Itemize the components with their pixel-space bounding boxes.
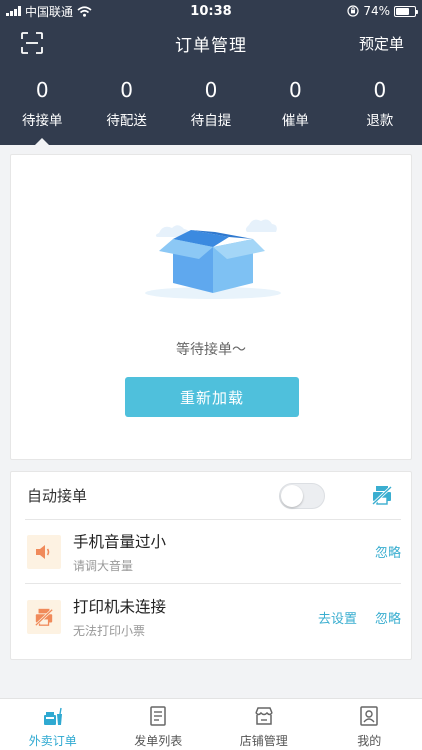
empty-box-illustration	[145, 219, 281, 299]
auto-accept-label: 自动接单	[27, 487, 88, 505]
wifi-icon	[77, 5, 92, 17]
stat-label: 退款	[366, 113, 394, 129]
tab-store-management[interactable]: 店铺管理	[211, 699, 317, 750]
tab-label: 我的	[357, 734, 382, 748]
status-bar: 中国联通 10:38 74%	[0, 0, 422, 22]
stat-label: 待自提	[190, 113, 232, 129]
stat-label: 待接单	[21, 113, 63, 129]
rotation-lock-icon	[347, 5, 359, 17]
carrier-label: 中国联通	[25, 4, 74, 19]
takeout-order-icon	[43, 707, 62, 725]
go-settings-button[interactable]: 去设置	[318, 608, 357, 627]
settings-card: 自动接单 手机音量过小 请调大音量 忽略 打印机未连接 无法打印小票 去设置 忽…	[10, 471, 412, 660]
alert-subtitle: 请调大音量	[73, 558, 134, 573]
reservation-orders-button[interactable]: 预定单	[359, 33, 404, 54]
battery-percent: 74%	[363, 4, 390, 18]
tab-pending-delivery[interactable]: 0 待配送	[84, 64, 168, 145]
tab-label: 店铺管理	[239, 734, 288, 748]
ignore-printer-button[interactable]: 忽略	[375, 608, 401, 627]
tab-label: 外卖订单	[28, 734, 77, 748]
printer-disconnected-icon	[27, 600, 61, 634]
scan-icon[interactable]	[20, 31, 44, 55]
alert-volume-row: 手机音量过小 请调大音量 忽略	[25, 520, 401, 584]
stat-count: 0	[120, 78, 133, 102]
empty-message: 等待接单～	[176, 342, 246, 358]
alert-printer-row: 打印机未连接 无法打印小票 去设置 忽略	[25, 585, 401, 649]
toggle-knob	[281, 485, 303, 507]
order-list-icon	[150, 706, 166, 726]
tab-label: 发单列表	[134, 734, 183, 748]
battery-icon	[394, 5, 418, 17]
tab-order-list[interactable]: 发单列表	[106, 699, 212, 750]
printer-disconnected-icon[interactable]	[371, 484, 393, 506]
tab-reminders[interactable]: 0 催单	[253, 64, 337, 145]
stat-label: 待配送	[106, 113, 147, 129]
alert-subtitle: 无法打印小票	[73, 624, 146, 638]
stat-count: 0	[204, 78, 218, 102]
auto-accept-toggle[interactable]	[279, 483, 325, 509]
speaker-icon	[27, 534, 61, 569]
alert-title: 手机音量过小	[73, 532, 167, 551]
empty-state-card: 等待接单～ 重新加载	[10, 154, 412, 460]
reload-button[interactable]: 重新加载	[125, 377, 299, 417]
tab-profile[interactable]: 我的	[317, 699, 422, 750]
page-title: 订单管理	[175, 35, 247, 56]
tab-refunds[interactable]: 0 退款	[338, 64, 422, 145]
auto-accept-row: 自动接单	[25, 472, 401, 520]
tab-pending-pickup[interactable]: 0 待自提	[169, 64, 253, 145]
profile-icon	[360, 706, 378, 726]
ignore-volume-button[interactable]: 忽略	[375, 542, 401, 561]
stat-count: 0	[35, 78, 49, 102]
alert-title: 打印机未连接	[73, 598, 167, 616]
store-icon	[255, 707, 273, 725]
stat-label: 催单	[281, 113, 309, 129]
order-status-tabs: 0 待接单 0 待配送 0 待自提 0 催单 0 退款	[0, 64, 422, 145]
bottom-tab-bar: 外卖订单 发单列表 店铺管理 我的	[0, 698, 422, 750]
tab-takeout-orders[interactable]: 外卖订单	[0, 699, 106, 750]
nav-bar: 订单管理 预定单	[0, 22, 422, 64]
signal-icon	[6, 6, 21, 16]
stat-count: 0	[289, 78, 302, 102]
header: 中国联通 10:38 74% 订单管理 预定单 0 待接单 0 待配送 0 待自…	[0, 0, 422, 145]
tab-pending-accept[interactable]: 0 待接单	[0, 64, 84, 145]
stat-count: 0	[373, 78, 387, 102]
